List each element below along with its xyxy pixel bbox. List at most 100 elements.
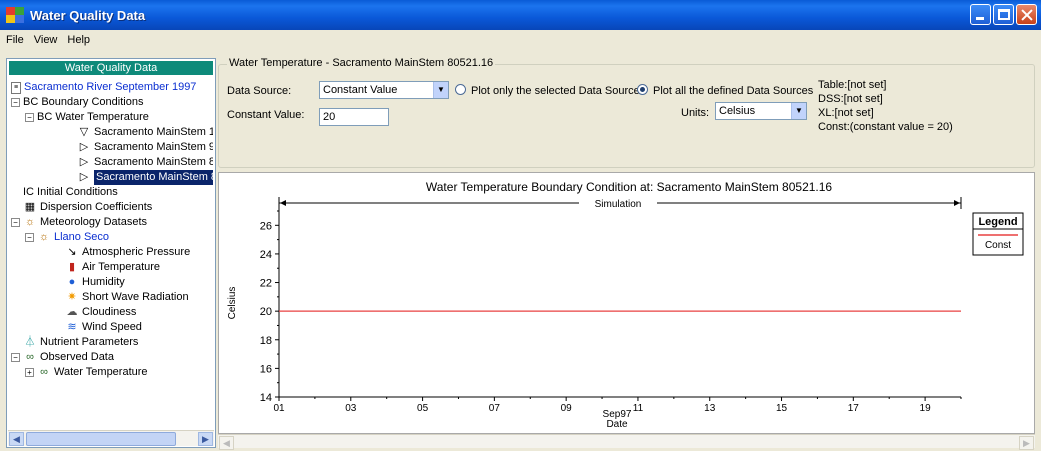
x-tick-label: 01 xyxy=(273,403,285,414)
tree-item-atmospheric-pressure[interactable]: ↘ Atmospheric Pressure xyxy=(65,245,190,260)
title-bar: Water Quality Data xyxy=(0,0,1041,30)
water-drop-icon: ● xyxy=(68,276,76,288)
units-label: Units: xyxy=(681,107,710,119)
x-tick-label: 11 xyxy=(633,403,644,414)
tree-item-llano-seco[interactable]: − ☼ Llano Seco xyxy=(25,230,109,245)
scroll-left-icon[interactable]: ◀ xyxy=(9,432,24,446)
y-tick-label: 22 xyxy=(260,278,272,290)
triangle-right-icon: ▷ xyxy=(79,156,89,168)
scroll-right-icon[interactable]: ▶ xyxy=(1019,436,1034,450)
temperature-chart: Water Temperature Boundary Condition at:… xyxy=(227,180,1024,430)
tree-item-short-wave-radiation[interactable]: ✷ Short Wave Radiation xyxy=(65,290,188,305)
constant-value-label: Constant Value: xyxy=(227,109,305,121)
tree-item-nutrient-parameters[interactable]: ⏃ Nutrient Parameters xyxy=(23,335,139,350)
y-tick-label: 24 xyxy=(260,249,272,261)
close-button[interactable] xyxy=(1016,4,1037,25)
triangle-down-icon: ▽ xyxy=(79,126,89,138)
tree-item-dataset[interactable]: ≡ Sacramento River September 1997 xyxy=(11,80,196,95)
tree-panel: Water Quality Data ≡ Sacramento River Se… xyxy=(6,58,216,448)
cloud-icon: ☁ xyxy=(66,306,78,318)
arrow-left-icon xyxy=(280,200,286,206)
tree-item-mainstem-8b-selected[interactable]: ▷ Sacramento MainStem 8 xyxy=(77,170,213,185)
sun-icon: ✷ xyxy=(67,291,77,303)
radio-plot-all-label: Plot all the defined Data Sources xyxy=(653,85,814,97)
x-tick-label: 03 xyxy=(345,403,357,414)
y-tick-label: 20 xyxy=(260,306,272,318)
triangle-right-icon: ▷ xyxy=(79,141,89,153)
simulation-label: Simulation xyxy=(595,199,642,210)
triangle-right-icon: ▷ xyxy=(79,171,89,183)
collapse-icon[interactable]: − xyxy=(25,113,34,122)
collapse-icon[interactable]: − xyxy=(25,233,34,242)
arrow-right-icon xyxy=(954,200,960,206)
radio-plot-selected-label: Plot only the selected Data Source xyxy=(471,85,640,97)
chart-title: Water Temperature Boundary Condition at:… xyxy=(426,180,833,194)
minimize-button[interactable] xyxy=(970,4,991,25)
info-dss: DSS:[not set] xyxy=(818,93,883,105)
units-dropdown[interactable]: Celsius ▼ xyxy=(715,102,807,120)
tree-item-cloudiness[interactable]: ☁ Cloudiness xyxy=(65,305,137,320)
x-tick-label: 13 xyxy=(704,403,716,414)
y-tick-label: 14 xyxy=(260,392,272,404)
x-tick-label: 09 xyxy=(561,403,573,414)
plot-panel: Water Temperature Boundary Condition at:… xyxy=(218,172,1035,434)
settings-group: Water Temperature - Sacramento MainStem … xyxy=(218,57,1035,168)
weather-icon: ☼ xyxy=(38,231,50,243)
plot-horizontal-scrollbar[interactable]: ◀ ▶ xyxy=(218,434,1035,450)
menu-view[interactable]: View xyxy=(34,34,58,46)
tree-item-humidity[interactable]: ● Humidity xyxy=(65,275,125,290)
info-const: Const:(constant value = 20) xyxy=(818,121,953,133)
chevron-down-icon[interactable]: ▼ xyxy=(433,82,448,98)
tree-item-dispersion[interactable]: ▦ Dispersion Coefficients xyxy=(23,200,153,215)
binoculars-icon: ∞ xyxy=(40,366,48,378)
legend-entry: Const xyxy=(985,240,1011,251)
pressure-icon: ↘ xyxy=(67,246,77,258)
tree-item-mainstem-1[interactable]: ▽ Sacramento MainStem 1 xyxy=(77,125,213,140)
grid-icon: ▦ xyxy=(24,201,36,213)
tree-item-observed-data[interactable]: − ∞ Observed Data xyxy=(11,350,114,365)
chevron-down-icon[interactable]: ▼ xyxy=(791,103,806,119)
document-icon: ≡ xyxy=(11,81,21,94)
radio-plot-all[interactable] xyxy=(637,84,648,95)
legend: Legend Const xyxy=(972,212,1024,256)
tree-item-observed-water-temperature[interactable]: + ∞ Water Temperature xyxy=(25,365,148,380)
tree-item-mainstem-9[interactable]: ▷ Sacramento MainStem 9 xyxy=(77,140,213,155)
y-tick-label: 18 xyxy=(260,335,272,347)
tree-horizontal-scrollbar[interactable]: ◀ ▶ xyxy=(8,430,214,446)
data-source-dropdown[interactable]: Constant Value ▼ xyxy=(319,81,449,99)
tree-item-air-temperature[interactable]: ▮ Air Temperature xyxy=(65,260,160,275)
x-tick-label: 07 xyxy=(489,403,501,414)
collapse-icon[interactable]: − xyxy=(11,218,20,227)
scroll-left-icon[interactable]: ◀ xyxy=(219,436,234,450)
weather-icon: ☼ xyxy=(24,216,36,228)
collapse-icon[interactable]: − xyxy=(11,353,20,362)
x-tick-label: 17 xyxy=(848,403,860,414)
data-source-label: Data Source: xyxy=(227,85,292,97)
tree-item-wind-speed[interactable]: ≋ Wind Speed xyxy=(65,320,142,335)
expand-icon[interactable]: + xyxy=(25,368,34,377)
tree-item-meteorology[interactable]: − ☼ Meteorology Datasets xyxy=(11,215,147,230)
scrollbar-thumb[interactable] xyxy=(26,432,176,446)
tree-item-initial-conditions[interactable]: IC Initial Conditions xyxy=(23,185,118,200)
binoculars-icon: ∞ xyxy=(26,351,34,363)
constant-value-input[interactable]: 20 xyxy=(319,108,389,126)
tree-item-boundary-conditions[interactable]: − BC Boundary Conditions xyxy=(11,95,143,110)
menu-help[interactable]: Help xyxy=(67,34,90,46)
y-axis-label: Celsius xyxy=(227,287,238,320)
x-tick-label: 05 xyxy=(417,403,429,414)
scroll-right-icon[interactable]: ▶ xyxy=(198,432,213,446)
tree-view: ≡ Sacramento River September 1997 − BC B… xyxy=(9,77,213,429)
legend-title: Legend xyxy=(978,216,1017,228)
tree-item-bc-water-temperature[interactable]: − BC Water Temperature xyxy=(25,110,149,125)
collapse-icon[interactable]: − xyxy=(11,98,20,107)
info-xl: XL:[not set] xyxy=(818,107,874,119)
radio-plot-selected[interactable] xyxy=(455,84,466,95)
app-icon xyxy=(6,7,24,23)
menu-file[interactable]: File xyxy=(6,34,24,46)
info-table: Table:[not set] xyxy=(818,79,887,91)
menu-bar: File View Help xyxy=(0,30,1041,50)
tree-item-mainstem-8a[interactable]: ▷ Sacramento MainStem 8 xyxy=(77,155,213,170)
y-tick-label: 16 xyxy=(260,363,272,375)
thermometer-icon: ▮ xyxy=(68,261,76,273)
maximize-button[interactable] xyxy=(993,4,1014,25)
